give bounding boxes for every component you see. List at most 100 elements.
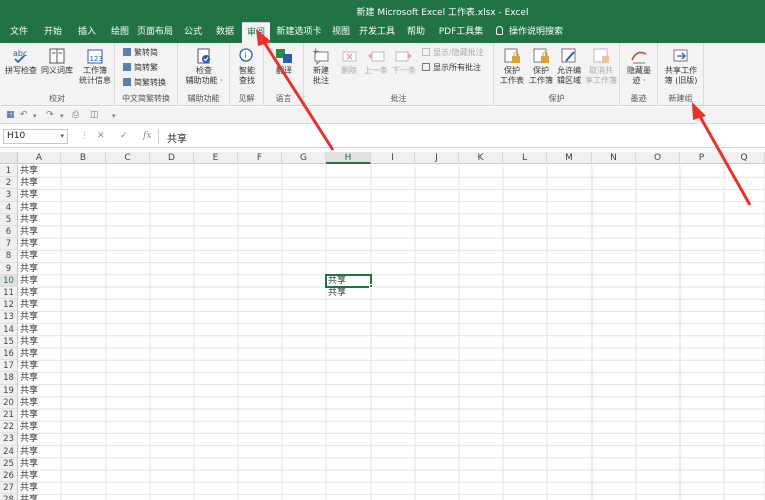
tab-view[interactable]: 视图: [328, 22, 354, 43]
row-header-27[interactable]: 27: [0, 482, 18, 495]
formula-input[interactable]: 共享: [167, 130, 187, 145]
next-comment-button[interactable]: 下一条: [390, 47, 418, 76]
column-header-b[interactable]: B: [61, 152, 106, 164]
tab-home[interactable]: 开始: [38, 22, 68, 43]
insert-function-icon[interactable]: fx: [143, 131, 151, 141]
cell-h11[interactable]: 共享: [326, 287, 371, 299]
cell-a20[interactable]: 共享: [18, 397, 61, 409]
share-workbook-legacy-button[interactable]: 共享工作 簿 (旧版): [660, 47, 702, 86]
translate-button[interactable]: 翻译: [269, 47, 299, 76]
cell-a10[interactable]: 共享: [18, 275, 61, 287]
cell-a8[interactable]: 共享: [18, 250, 61, 262]
previous-comment-button[interactable]: 上一条: [362, 47, 390, 76]
cell-a14[interactable]: 共享: [18, 324, 61, 336]
customize-qat-icon[interactable]: ▾: [112, 112, 116, 120]
spelling-button[interactable]: abc 拼写检查: [4, 47, 38, 76]
cell-a5[interactable]: 共享: [18, 214, 61, 226]
cell-a15[interactable]: 共享: [18, 336, 61, 348]
redo-icon[interactable]: ↷: [46, 110, 54, 120]
name-box-dropdown-icon[interactable]: ▾: [60, 130, 64, 143]
new-comment-button[interactable]: + 新建 批注: [308, 47, 334, 86]
row-header-3[interactable]: 3: [0, 189, 18, 202]
column-header-d[interactable]: D: [150, 152, 194, 164]
row-header-17[interactable]: 17: [0, 360, 18, 373]
protect-sheet-button[interactable]: 保护 工作表: [498, 47, 526, 86]
column-header-l[interactable]: L: [503, 152, 547, 164]
row-header-8[interactable]: 8: [0, 250, 18, 263]
hide-ink-button[interactable]: 隐藏墨 迹 ·: [623, 47, 655, 86]
cell-a22[interactable]: 共享: [18, 421, 61, 433]
column-header-q[interactable]: Q: [724, 152, 765, 164]
show-hide-comment-button[interactable]: 显示/隐藏批注: [422, 47, 484, 58]
column-header-e[interactable]: E: [194, 152, 238, 164]
cell-a11[interactable]: 共享: [18, 287, 61, 299]
print-preview-icon[interactable]: ⎙: [72, 110, 79, 120]
row-header-16[interactable]: 16: [0, 348, 18, 361]
convert-button[interactable]: 简繁转换: [123, 77, 166, 88]
tab-formulas[interactable]: 公式: [178, 22, 208, 43]
column-header-k[interactable]: K: [459, 152, 503, 164]
row-header-12[interactable]: 12: [0, 299, 18, 312]
column-header-j[interactable]: J: [415, 152, 459, 164]
row-header-23[interactable]: 23: [0, 433, 18, 446]
tab-page-layout[interactable]: 页面布局: [137, 22, 173, 43]
row-header-4[interactable]: 4: [0, 201, 18, 214]
unshare-workbook-button[interactable]: 取消共 享工作簿: [584, 47, 618, 86]
delete-comment-button[interactable]: 删除: [336, 47, 362, 76]
to-traditional-button[interactable]: 简转繁: [123, 62, 158, 73]
undo-dropdown-icon[interactable]: ▾: [33, 112, 37, 120]
row-header-25[interactable]: 25: [0, 457, 18, 470]
cell-a19[interactable]: 共享: [18, 385, 61, 397]
cancel-icon[interactable]: ✕: [97, 131, 105, 141]
row-header-19[interactable]: 19: [0, 384, 18, 397]
tab-data[interactable]: 数据: [210, 22, 240, 43]
column-header-m[interactable]: M: [547, 152, 592, 164]
tab-review[interactable]: 审阅: [242, 22, 270, 43]
select-all-button[interactable]: [0, 152, 18, 164]
row-header-13[interactable]: 13: [0, 311, 18, 324]
tell-me-search[interactable]: 操作说明搜索: [496, 22, 563, 43]
cell-a17[interactable]: 共享: [18, 360, 61, 372]
tab-new-tab[interactable]: 新建选项卡: [273, 22, 325, 43]
row-header-24[interactable]: 24: [0, 445, 18, 458]
cell-a6[interactable]: 共享: [18, 226, 61, 238]
row-header-5[interactable]: 5: [0, 213, 18, 226]
fill-handle[interactable]: [369, 284, 373, 288]
cell-a2[interactable]: 共享: [18, 177, 61, 189]
cell-a26[interactable]: 共享: [18, 470, 61, 482]
cell-a16[interactable]: 共享: [18, 348, 61, 360]
column-header-o[interactable]: O: [636, 152, 680, 164]
row-header-9[interactable]: 9: [0, 262, 18, 275]
column-header-h[interactable]: H: [326, 152, 371, 164]
row-header-11[interactable]: 11: [0, 287, 18, 300]
row-header-14[interactable]: 14: [0, 323, 18, 336]
cell-a4[interactable]: 共享: [18, 202, 61, 214]
row-header-15[interactable]: 15: [0, 335, 18, 348]
workbook-stats-button[interactable]: 123 工作簿 统计信息: [76, 47, 114, 86]
column-header-g[interactable]: G: [282, 152, 326, 164]
cell-a1[interactable]: 共享: [18, 165, 61, 177]
row-header-18[interactable]: 18: [0, 372, 18, 385]
worksheet-grid[interactable]: A B C D E F G H I J K L M N O P Q 1 共享 2 共享 3 共享 4 共享 5 共享 6 共享 7 共享 8 共…: [0, 152, 765, 500]
column-header-c[interactable]: C: [106, 152, 150, 164]
cell-a18[interactable]: 共享: [18, 372, 61, 384]
cell-a21[interactable]: 共享: [18, 409, 61, 421]
row-header-26[interactable]: 26: [0, 470, 18, 483]
save-icon[interactable]: ▦: [6, 110, 15, 120]
cell-a12[interactable]: 共享: [18, 299, 61, 311]
tab-pdf-tools[interactable]: PDF工具集: [437, 22, 485, 43]
cell-a24[interactable]: 共享: [18, 446, 61, 458]
allow-edit-ranges-button[interactable]: 允许编 辑区域: [555, 47, 583, 86]
show-all-comments-button[interactable]: 显示所有批注: [422, 62, 481, 73]
cell-a25[interactable]: 共享: [18, 458, 61, 470]
screen-icon[interactable]: ◫: [90, 110, 99, 120]
row-header-20[interactable]: 20: [0, 396, 18, 409]
row-header-21[interactable]: 21: [0, 409, 18, 422]
smart-lookup-button[interactable]: i 智能 查找: [232, 47, 262, 86]
row-header-22[interactable]: 22: [0, 421, 18, 434]
column-header-n[interactable]: N: [592, 152, 636, 164]
row-header-6[interactable]: 6: [0, 226, 18, 239]
tab-help[interactable]: 帮助: [403, 22, 429, 43]
column-header-a[interactable]: A: [18, 152, 61, 164]
cell-a3[interactable]: 共享: [18, 189, 61, 201]
